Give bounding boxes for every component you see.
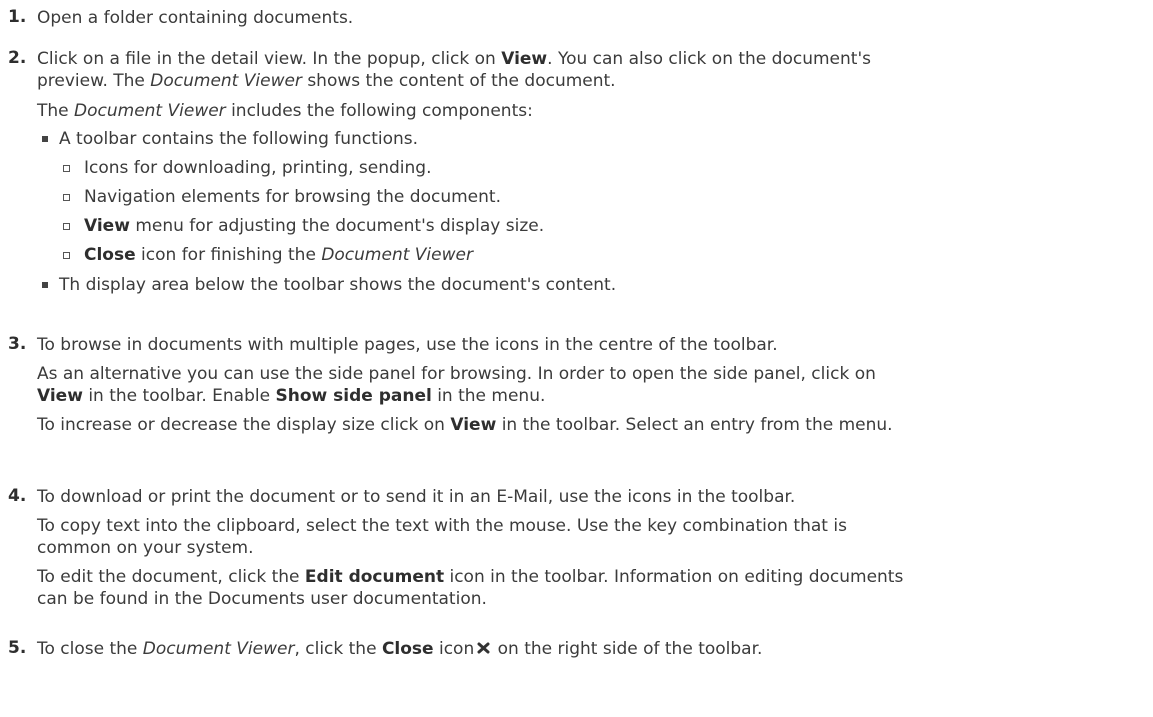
list-item: A toolbar contains the following functio… [59,129,419,149]
sub-list-item: Icons for downloading, printing, sending… [84,158,432,178]
view-label: View [501,49,548,69]
step-number: 2. [8,48,27,68]
step-line: To edit the document, click the Edit doc… [37,567,904,587]
bullet-hollow [63,223,70,230]
step-text: Open a folder containing documents. [37,8,354,28]
step-line: Click on a file in the detail view. In t… [37,49,871,69]
step-line: preview. The Document Viewer shows the c… [37,71,616,91]
sub-list-item: View menu for adjusting the document's d… [84,216,545,236]
sub-list-item: Close icon for finishing the Document Vi… [84,245,473,265]
bullet-square [42,282,48,288]
step-number: 5. [8,638,27,658]
bullet-hollow [63,194,70,201]
document-viewer-term: Document Viewer [74,101,226,121]
step-line: common on your system. [37,538,254,558]
step-line: To copy text into the clipboard, select … [37,516,847,536]
step-line: View in the toolbar. Enable Show side pa… [37,386,546,406]
bullet-hollow [63,165,70,172]
step-number: 1. [8,7,27,27]
step-line: To download or print the document or to … [37,487,796,507]
step-line: As an alternative you can use the side p… [37,364,876,384]
step-line: To increase or decrease the display size… [37,415,893,435]
bullet-hollow [63,252,70,259]
bullet-square [42,136,48,142]
step-number: 3. [8,334,27,354]
close-icon [476,641,491,655]
sub-list-item: Navigation elements for browsing the doc… [84,187,501,207]
document: 1. Open a folder containing documents. 2… [0,0,1153,717]
step-line: To browse in documents with multiple pag… [37,335,778,355]
document-viewer-term: Document Viewer [150,71,302,91]
step-line: can be found in the Documents user docum… [37,589,487,609]
step-number: 4. [8,486,27,506]
step-line: To close the Document Viewer, click the … [37,639,763,659]
step-line: The Document Viewer includes the followi… [37,101,533,121]
list-item: Th display area below the toolbar shows … [59,275,617,295]
